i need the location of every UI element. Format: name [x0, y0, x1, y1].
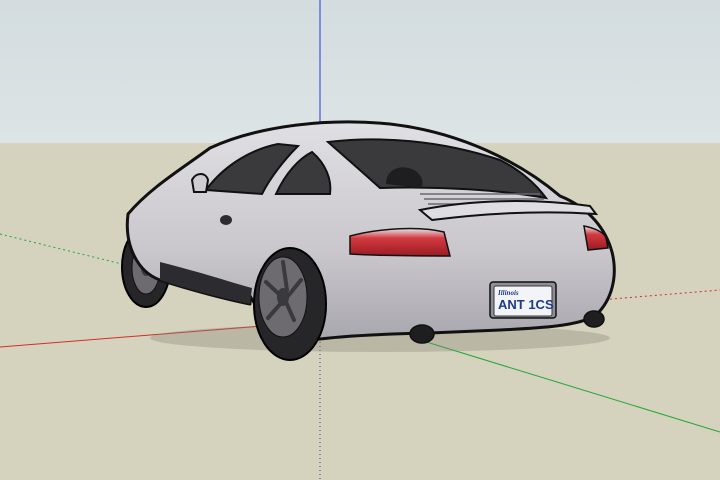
right-rear-wheel	[253, 247, 327, 361]
plate-state: Illinois	[497, 289, 519, 297]
left-tail-light	[349, 227, 451, 257]
model-canvas[interactable]: Illinois ANT 1CS	[0, 0, 720, 480]
license-plate: Illinois ANT 1CS	[489, 281, 557, 319]
sketchup-viewport[interactable]: Illinois ANT 1CS	[0, 0, 720, 480]
side-mirror	[190, 173, 210, 193]
door-handle	[220, 215, 232, 225]
plate-number: ANT 1CS	[498, 297, 554, 312]
